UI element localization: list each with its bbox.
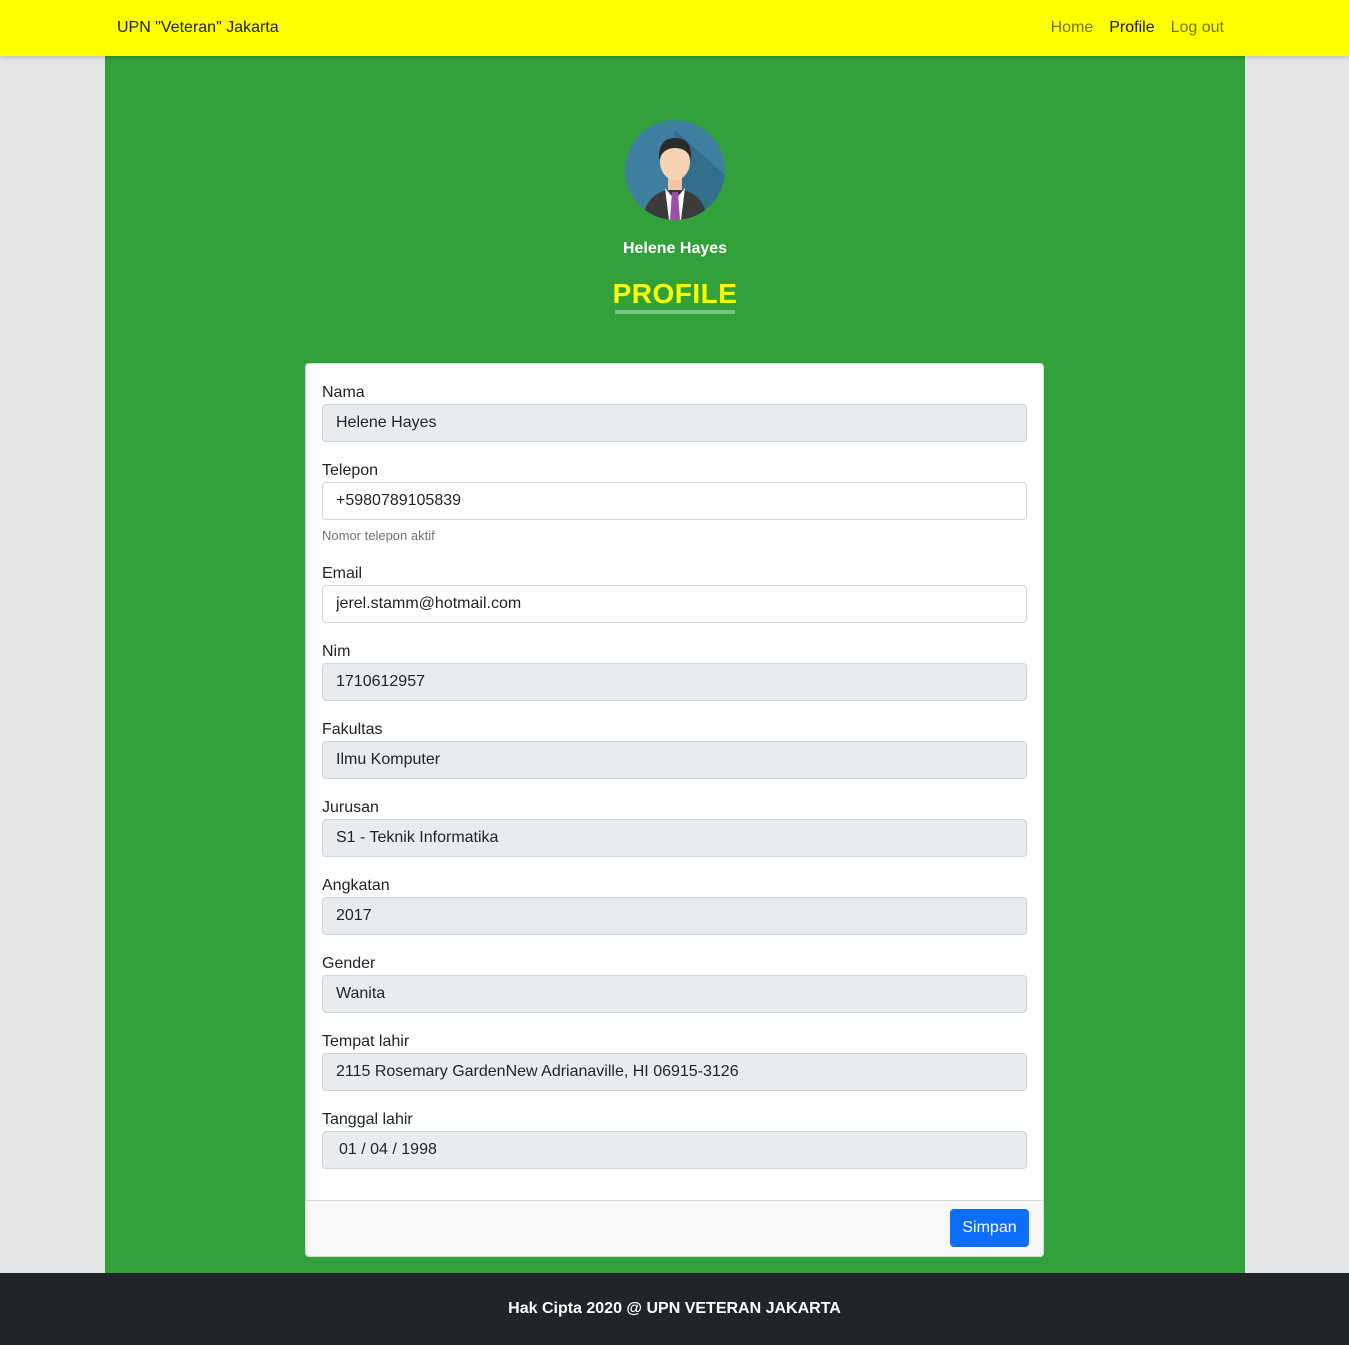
fakultas-label: Fakultas: [322, 721, 383, 738]
fakultas-field[interactable]: [322, 741, 1027, 779]
tanggal-lahir-field[interactable]: [322, 1131, 1027, 1169]
save-button[interactable]: Simpan: [950, 1209, 1029, 1247]
page-footer: Hak Cipta 2020 @ UPN VETERAN JAKARTA: [0, 1273, 1349, 1345]
nama-label: Nama: [322, 384, 365, 401]
telepon-help-text: Nomor telepon aktif: [322, 528, 435, 543]
form-footer: Simpan: [306, 1200, 1043, 1256]
email-field[interactable]: [322, 585, 1027, 623]
nim-field[interactable]: [322, 663, 1027, 701]
gender-label: Gender: [322, 955, 376, 972]
nav-logout-link[interactable]: Log out: [1171, 19, 1224, 37]
tempat-lahir-label: Tempat lahir: [322, 1033, 410, 1050]
gender-field[interactable]: [322, 975, 1027, 1013]
angkatan-field[interactable]: [322, 897, 1027, 935]
tanggal-lahir-label: Tanggal lahir: [322, 1111, 413, 1128]
nama-field[interactable]: [322, 404, 1027, 442]
email-label: Email: [322, 565, 363, 582]
nav-links: Home Profile Log out: [1051, 19, 1224, 37]
user-avatar-icon: [625, 120, 725, 220]
copyright-text: Hak Cipta 2020 @ UPN VETERAN JAKARTA: [508, 1300, 841, 1317]
main-content: Helene Hayes PROFILE Nama Telepon Nomor …: [105, 56, 1245, 1273]
jurusan-label: Jurusan: [322, 799, 379, 816]
nav-home-link[interactable]: Home: [1051, 19, 1094, 37]
telepon-field[interactable]: [322, 482, 1027, 520]
profile-form-card: Nama Telepon Nomor telepon aktif Email N…: [305, 363, 1044, 1257]
tempat-lahir-field[interactable]: [322, 1053, 1027, 1091]
nav-profile-link[interactable]: Profile: [1109, 19, 1154, 37]
brand-link[interactable]: UPN "Veteran" Jakarta: [117, 19, 279, 37]
heading-underline: [615, 310, 735, 314]
user-name: Helene Hayes: [622, 240, 728, 257]
jurusan-field[interactable]: [322, 819, 1027, 857]
top-navbar: UPN "Veteran" Jakarta Home Profile Log o…: [0, 0, 1349, 56]
page-title: PROFILE: [612, 278, 738, 309]
angkatan-label: Angkatan: [322, 877, 390, 894]
telepon-label: Telepon: [322, 462, 379, 479]
nim-label: Nim: [322, 643, 351, 660]
